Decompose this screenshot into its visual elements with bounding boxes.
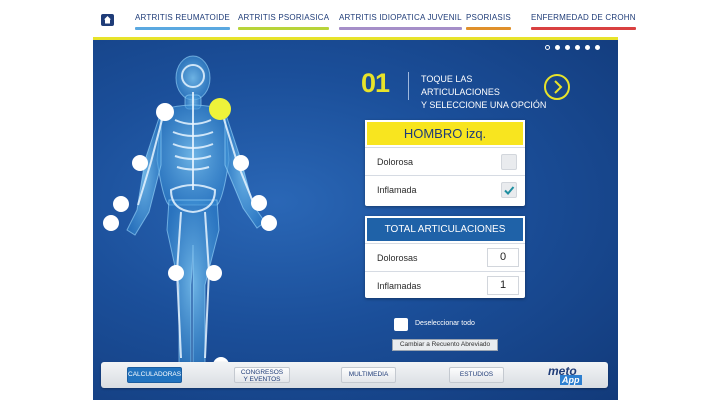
tab-enfermedad-de-crohn[interactable]: ENFERMEDAD DE CROHN <box>531 13 636 30</box>
option-label: Inflamada <box>377 185 417 195</box>
tab-artritis-psoriasica[interactable]: ARTRITIS PSORIASICA <box>238 13 330 30</box>
joint-count-panel: 01 TOQUE LAS ARTICULACIONES Y SELECCIONE… <box>93 40 618 400</box>
joint-hand-right[interactable] <box>103 215 119 231</box>
events-label-line-1: CONGRESOS <box>240 369 284 376</box>
joint-shoulder-right[interactable] <box>156 103 174 121</box>
option-inflamada[interactable]: Inflamada <box>365 175 525 203</box>
bottom-navigation: CALCULADORAS CONGRESOS Y EVENTOS MULTIME… <box>101 362 608 388</box>
tab-indicator <box>135 27 230 30</box>
top-navigation: ARTRITIS REUMATOIDE ARTRITIS PSORIASICA … <box>0 0 711 40</box>
page-indicator <box>545 45 600 50</box>
events-label-line-2: Y EVENTOS <box>243 376 281 383</box>
checkmark-icon <box>504 186 515 195</box>
tab-indicator <box>238 27 330 30</box>
tab-label: ARTRITIS REUMATOIDE <box>135 13 230 22</box>
tab-label: PSORIASIS <box>466 13 511 22</box>
totals-card: TOTAL ARTICULACIONES Dolorosas 0 Inflama… <box>365 216 525 298</box>
total-label: Dolorosas <box>377 253 418 263</box>
studies-button[interactable]: ESTUDIOS <box>449 367 504 383</box>
chevron-right-icon <box>554 80 563 94</box>
instruction-text: TOQUE LAS ARTICULACIONES Y SELECCIONE UN… <box>421 73 551 112</box>
tab-indicator <box>466 27 511 30</box>
tab-artritis-idiopatica-juvenil[interactable]: ARTRITIS IDIOPATICA JUVENIL <box>339 13 462 30</box>
option-label: Dolorosa <box>377 157 414 167</box>
total-label: Inflamadas <box>377 281 422 291</box>
tab-artritis-reumatoide[interactable]: ARTRITIS REUMATOIDE <box>135 13 230 30</box>
dolorosa-checkbox[interactable] <box>501 154 517 170</box>
total-inflamadas-row: Inflamadas 1 <box>365 271 525 299</box>
next-button[interactable] <box>544 74 570 100</box>
deselect-all-label[interactable]: Deseleccionar todo <box>415 320 475 327</box>
tab-psoriasis[interactable]: PSORIASIS <box>466 13 511 30</box>
step-divider <box>408 72 409 100</box>
totals-title: TOTAL ARTICULACIONES <box>365 216 525 243</box>
page-dot[interactable] <box>585 45 590 50</box>
events-button[interactable]: CONGRESOS Y EVENTOS <box>234 367 290 383</box>
total-dolorosas-value: 0 <box>487 248 519 267</box>
page-dot[interactable] <box>575 45 580 50</box>
tab-label: ARTRITIS PSORIASICA <box>238 13 330 22</box>
joint-shoulder-left-selected[interactable] <box>209 98 231 120</box>
page-dot[interactable] <box>565 45 570 50</box>
tab-label: ARTRITIS IDIOPATICA JUVENIL <box>339 13 462 22</box>
step-number: 01 <box>361 68 390 98</box>
joint-hand-left[interactable] <box>261 215 277 231</box>
joint-knee-left[interactable] <box>206 265 222 281</box>
joint-elbow-left[interactable] <box>233 155 249 171</box>
joint-status-card: HOMBRO izq. Dolorosa Inflamada <box>365 120 525 206</box>
instruction-line-1: TOQUE LAS ARTICULACIONES <box>421 74 500 97</box>
joint-title: HOMBRO izq. <box>365 120 525 147</box>
skeleton-figure <box>103 55 277 373</box>
multimedia-button[interactable]: MULTIMEDIA <box>341 367 396 383</box>
joint-knee-right[interactable] <box>168 265 184 281</box>
joint-wrist-right[interactable] <box>113 196 129 212</box>
option-dolorosa[interactable]: Dolorosa <box>365 147 525 175</box>
switch-short-count-button[interactable]: Cambiar a Recuento Abreviado <box>392 339 498 351</box>
deselect-all-checkbox[interactable] <box>394 318 408 331</box>
tab-indicator <box>531 27 636 30</box>
total-inflamadas-value: 1 <box>487 276 519 295</box>
instruction-line-2: Y SELECCIONE UNA OPCIÓN <box>421 100 547 110</box>
brand-logo: meto App <box>548 364 588 386</box>
page-dot[interactable] <box>545 45 550 50</box>
tab-indicator <box>339 27 462 30</box>
total-dolorosas-row: Dolorosas 0 <box>365 243 525 271</box>
home-icon[interactable] <box>101 14 114 26</box>
page-dot[interactable] <box>555 45 560 50</box>
inflamada-checkbox[interactable] <box>501 182 517 198</box>
brand-word-2: App <box>560 375 582 385</box>
calculators-button[interactable]: CALCULADORAS <box>127 367 182 383</box>
joint-wrist-left[interactable] <box>251 195 267 211</box>
page-dot[interactable] <box>595 45 600 50</box>
tab-label: ENFERMEDAD DE CROHN <box>531 13 636 22</box>
body-silhouette <box>126 55 266 366</box>
joint-elbow-right[interactable] <box>132 155 148 171</box>
